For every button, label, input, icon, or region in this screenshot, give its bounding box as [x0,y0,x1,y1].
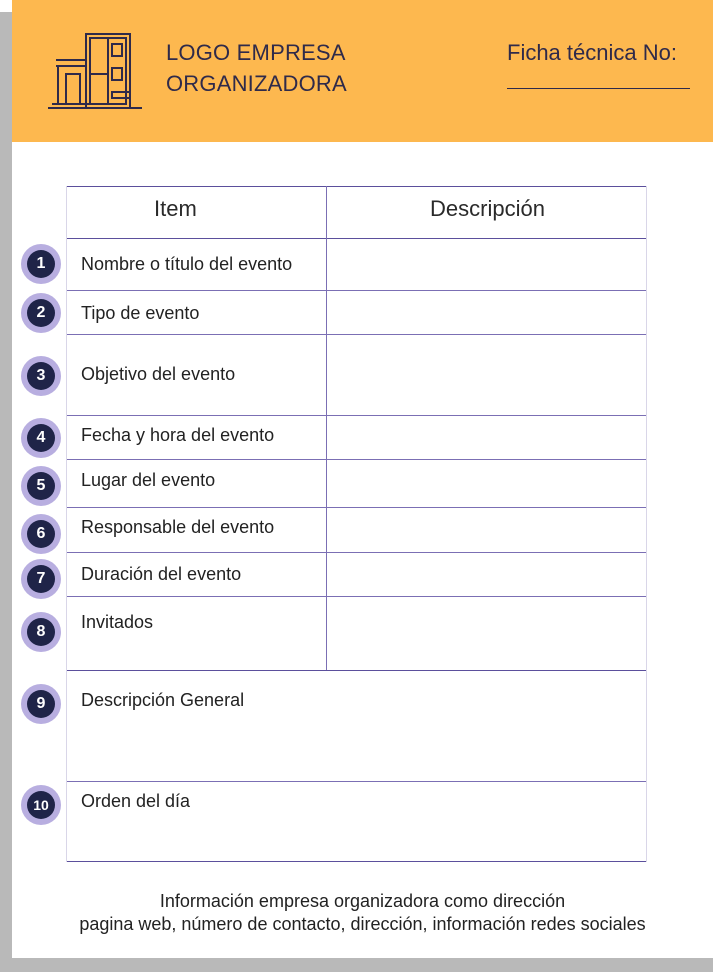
logo-line-2: ORGANIZADORA [166,71,347,96]
row-label-event-duration: Duración del evento [81,564,242,584]
building-icon [48,33,142,109]
footer-line-2: pagina web, número de contacto, direcció… [79,914,646,934]
row-number: 4 [27,424,55,452]
event-info-table: Item Descripción Nombre o título del eve… [66,186,647,862]
row-divider [66,670,647,671]
row-number: 3 [27,362,55,390]
row-divider [66,459,647,460]
column-header-description: Descripción [430,196,545,221]
row-divider [66,781,647,782]
row-number: 6 [27,520,55,548]
row-divider [66,334,647,335]
row-divider [66,596,647,597]
row-number: 10 [27,791,55,819]
row-number: 7 [27,565,55,593]
footer-line-1: Información empresa organizadora como di… [159,891,566,911]
column-divider [326,186,327,670]
row-number-badge: 9 [21,684,61,724]
row-label-event-date-time: Fecha y hora del evento [81,425,275,445]
logo-line-1: LOGO EMPRESA [166,40,346,65]
technical-sheet-number-field[interactable] [507,88,690,89]
table-left-border [66,186,67,862]
row-number: 9 [27,690,55,718]
row-number-badge: 1 [21,244,61,284]
technical-sheet-number-label: Ficha técnica No: [507,40,677,65]
row-label-event-responsible: Responsable del evento [81,517,275,537]
row-number: 5 [27,472,55,500]
row-label-event-type: Tipo de evento [81,303,200,323]
row-label-event-name: Nombre o título del evento [81,254,293,274]
row-label-guests: Invitados [81,612,154,632]
row-divider [66,507,647,508]
row-number-badge: 4 [21,418,61,458]
footer-company-info: Información empresa organizadora como di… [12,890,713,936]
page-shadow-left [0,12,12,960]
row-number-badge: 5 [21,466,61,506]
row-label-event-objective: Objetivo del evento [81,364,236,384]
row-number: 8 [27,618,55,646]
table-right-border [646,186,647,862]
row-label-agenda: Orden del día [81,791,191,811]
row-label-general-description: Descripción General [81,690,245,710]
row-number: 1 [27,250,55,278]
row-number-badge: 3 [21,356,61,396]
table-top-border [66,186,647,187]
row-number-badge: 6 [21,514,61,554]
row-label-event-location: Lugar del evento [81,470,216,490]
row-divider [66,415,647,416]
row-number-badge: 7 [21,559,61,599]
table-bottom-border [66,861,647,862]
row-number-badge: 10 [21,785,61,825]
page-shadow-bottom [0,958,713,972]
row-number: 2 [27,299,55,327]
row-number-badge: 2 [21,293,61,333]
company-logo-text: LOGO EMPRESA ORGANIZADORA [166,37,347,99]
header-bottom-border [66,238,647,239]
row-number-badge: 8 [21,612,61,652]
row-divider [66,552,647,553]
column-header-item: Item [154,196,197,221]
row-divider [66,290,647,291]
